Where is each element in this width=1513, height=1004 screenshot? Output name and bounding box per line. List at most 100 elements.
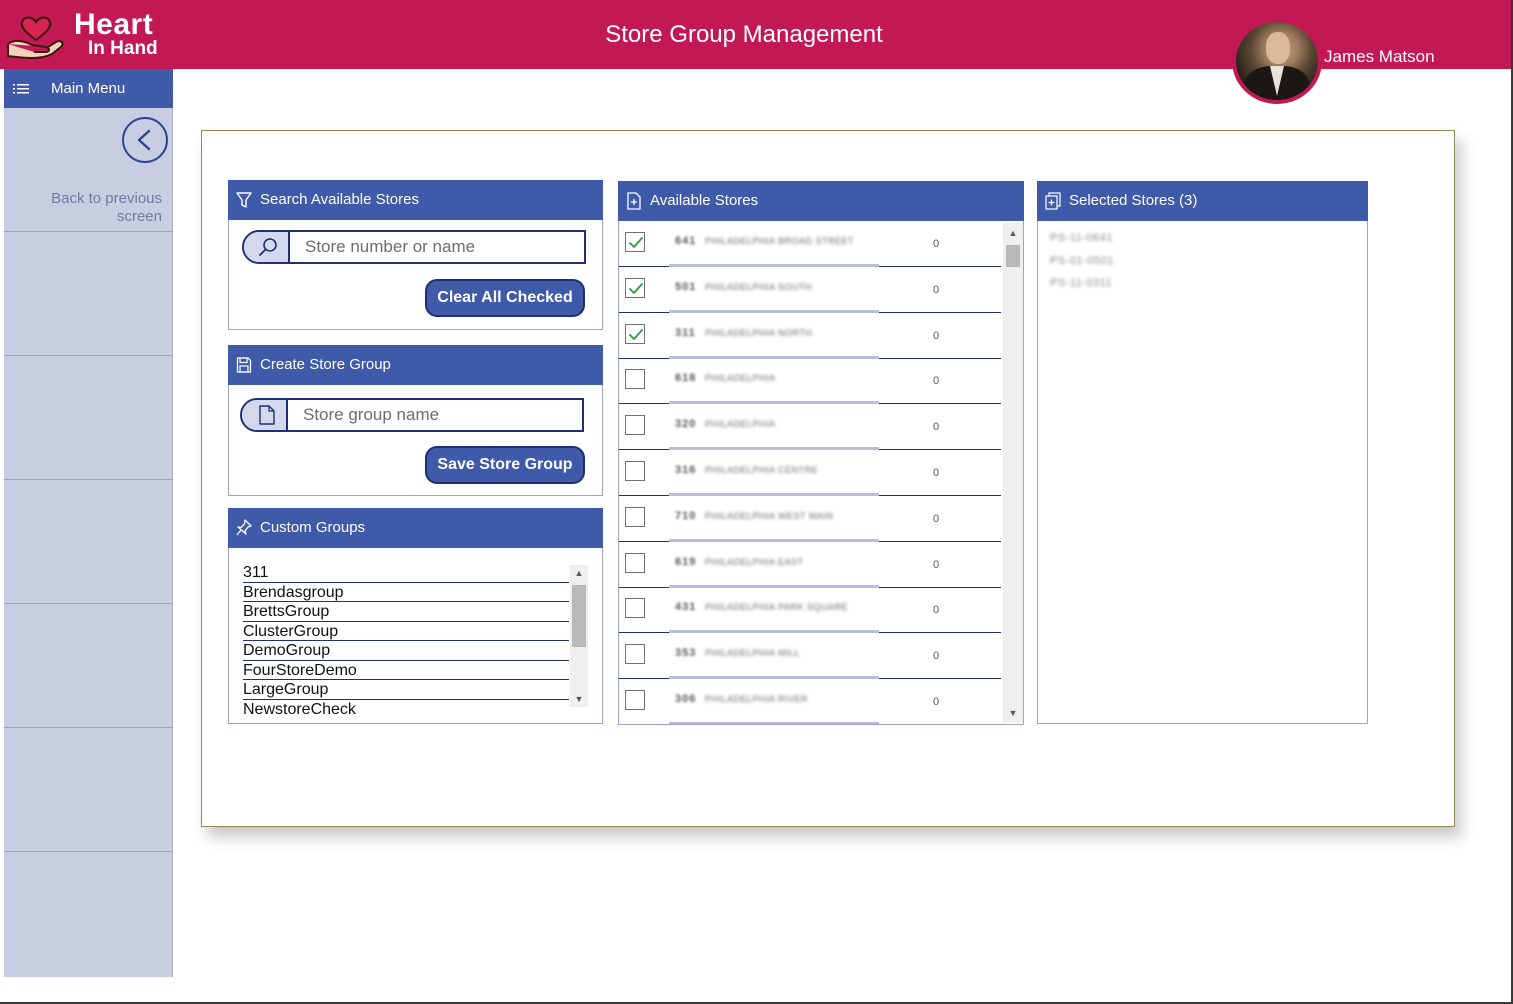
store-number: 320: [675, 418, 697, 431]
sidebar-divider: [4, 355, 173, 356]
list-item[interactable]: Brendasgroup: [243, 583, 569, 602]
store-count: 0: [933, 696, 940, 708]
store-name: PHILADELPHIA PARK SQUARE: [705, 602, 848, 613]
pin-icon: [236, 519, 252, 536]
store-name: PHILADELPHIA: [705, 373, 776, 384]
avatar-photo: [1236, 22, 1318, 100]
store-checkbox[interactable]: [625, 598, 645, 619]
add-document-icon: [627, 192, 641, 210]
available-stores-panel: Available Stores 641 PHILADELPHIA BROAD S…: [618, 181, 1024, 725]
table-row[interactable]: 306 PHILADELPHIA RIVER 0: [619, 679, 1001, 724]
table-row[interactable]: 619 PHILADELPHIA EAST 0: [619, 542, 1001, 588]
custom-groups-list[interactable]: 311 Brendasgroup BrettsGroup ClusterGrou…: [243, 563, 569, 715]
group-name-field[interactable]: [240, 398, 584, 432]
store-search-field[interactable]: [242, 230, 586, 264]
save-store-group-button[interactable]: Save Store Group: [425, 446, 585, 484]
store-checkbox[interactable]: [625, 644, 645, 665]
create-group-panel-header: Create Store Group: [228, 345, 603, 385]
list-item[interactable]: BrettsGroup: [243, 602, 569, 622]
group-name-input[interactable]: [290, 400, 580, 430]
store-count: 0: [933, 467, 940, 479]
store-checkbox[interactable]: [625, 552, 645, 573]
sidebar-divider: [4, 727, 173, 728]
search-panel-header: Search Available Stores: [228, 180, 603, 220]
store-search-input[interactable]: [292, 232, 582, 262]
scroll-up-arrow-icon[interactable]: ▲: [1003, 227, 1023, 239]
store-checkbox[interactable]: [625, 369, 645, 390]
store-checkbox[interactable]: [625, 232, 645, 252]
user-name: James Matson: [1324, 47, 1435, 66]
store-number: 316: [675, 464, 697, 476]
add-box-icon: [1045, 192, 1061, 210]
store-count: 0: [933, 329, 940, 342]
table-row[interactable]: 311 PHILADELPHIA NORTH 0: [619, 313, 1001, 359]
chevron-left-icon: [137, 129, 151, 151]
main-menu-button[interactable]: Main Menu: [4, 69, 173, 108]
logo: Heart In Hand: [4, 8, 174, 64]
store-count: 0: [933, 650, 940, 663]
store-checkbox[interactable]: [625, 277, 645, 298]
list-item[interactable]: FourStoreDemo: [243, 661, 569, 680]
scroll-down-arrow-icon[interactable]: ▼: [1003, 707, 1023, 719]
list-item[interactable]: NewstoreCheck: [243, 700, 569, 716]
selected-stores-panel-header: Selected Stores (3): [1037, 181, 1368, 221]
selected-stores-panel: Selected Stores (3) PS-11-0641 PS-01-050…: [1037, 181, 1368, 724]
clear-all-checked-button[interactable]: Clear All Checked: [425, 279, 585, 317]
store-name: PHILADELPHIA: [705, 419, 776, 430]
scrollbar-thumb[interactable]: [1006, 245, 1020, 267]
store-checkbox[interactable]: [625, 461, 645, 481]
checkmark-icon: [629, 237, 643, 248]
table-row[interactable]: 316 PHILADELPHIA CENTRE 0: [619, 450, 1001, 496]
table-row[interactable]: 353 PHILADELPHIA MILL 0: [619, 633, 1001, 680]
table-row[interactable]: 710 PHILADELPHIA WEST MAIN 0: [619, 496, 1001, 542]
scrollbar-thumb[interactable]: [572, 585, 586, 647]
selected-store-item[interactable]: PS-01-0501: [1050, 255, 1114, 267]
scroll-up-arrow-icon[interactable]: ▲: [570, 567, 588, 579]
custom-groups-scrollbar[interactable]: ▲ ▼: [570, 565, 588, 707]
table-row[interactable]: 431 PHILADELPHIA PARK SQUARE 0: [619, 587, 1001, 634]
main-menu-label: Main Menu: [51, 80, 126, 97]
table-row[interactable]: 618 PHILADELPHIA 0: [619, 358, 1001, 405]
scroll-down-arrow-icon[interactable]: ▼: [570, 693, 588, 705]
selected-store-item[interactable]: PS-11-0311: [1050, 277, 1112, 289]
store-name: PHILADELPHIA BROAD STREET: [705, 236, 855, 246]
page-title: Store Group Management: [605, 21, 883, 48]
sidebar: Main Menu Back to previous screen: [4, 69, 173, 977]
selected-store-item[interactable]: PS-11-0641: [1050, 232, 1113, 244]
store-number: 353: [675, 647, 697, 660]
selected-stores-panel-title: Selected Stores (3): [1069, 192, 1198, 209]
list-item[interactable]: ClusterGroup: [243, 622, 569, 641]
back-label[interactable]: Back to previous screen: [24, 190, 162, 226]
search-panel: Search Available Stores Clear All Checke…: [228, 180, 603, 330]
search-icon: [259, 238, 277, 256]
store-number: 501: [675, 280, 697, 293]
app-window: Heart In Hand Store Group Management Jam…: [0, 0, 1513, 1004]
search-panel-title: Search Available Stores: [260, 191, 419, 208]
store-count: 0: [933, 238, 940, 250]
table-row[interactable]: 320 PHILADELPHIA 0: [619, 404, 1001, 451]
store-checkbox[interactable]: [625, 690, 645, 710]
sidebar-divider: [4, 851, 173, 852]
list-item[interactable]: DemoGroup: [243, 641, 569, 661]
store-checkbox[interactable]: [625, 323, 645, 344]
save-icon: [236, 357, 252, 373]
store-checkbox[interactable]: [625, 415, 645, 436]
store-name: PHILADELPHIA CENTRE: [705, 465, 819, 475]
store-name: PHILADELPHIA NORTH: [705, 327, 813, 338]
available-stores-list[interactable]: 641 PHILADELPHIA BROAD STREET 0 501 PHILADEL…: [619, 221, 1002, 724]
back-button[interactable]: [122, 117, 168, 163]
avatar[interactable]: [1232, 18, 1322, 104]
list-item[interactable]: 311: [243, 563, 569, 583]
table-row[interactable]: 501 PHILADELPHIA SOUTH 0: [619, 267, 1001, 313]
search-icon-box: [244, 232, 290, 262]
table-row[interactable]: 641 PHILADELPHIA BROAD STREET 0: [619, 221, 1001, 267]
hamburger-menu-icon: [13, 84, 29, 94]
store-number: 306: [675, 693, 697, 705]
list-item[interactable]: LargeGroup: [243, 680, 569, 700]
available-stores-panel-header: Available Stores: [618, 181, 1024, 221]
store-number: 311: [675, 326, 696, 339]
checkmark-icon: [629, 328, 643, 340]
checkmark-icon: [629, 282, 643, 294]
available-stores-scrollbar[interactable]: ▲ ▼: [1003, 223, 1023, 723]
store-checkbox[interactable]: [625, 506, 645, 527]
